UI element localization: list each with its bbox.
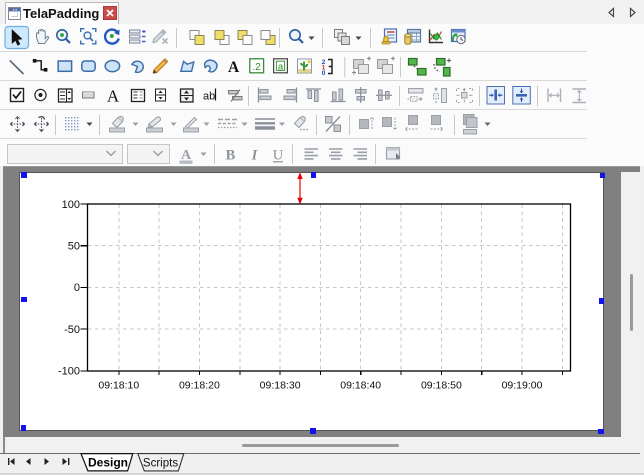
svg-text:a: a <box>278 62 284 73</box>
svg-text:0: 0 <box>74 282 80 294</box>
svg-text:-100: -100 <box>58 366 80 378</box>
svg-text:09:18:30: 09:18:30 <box>260 380 301 392</box>
svg-text:A: A <box>228 59 240 76</box>
svg-text:Design: Design <box>88 455 128 469</box>
svg-text:I: I <box>251 148 259 164</box>
svg-text:0: 0 <box>322 70 326 77</box>
svg-text:09:18:40: 09:18:40 <box>340 380 381 392</box>
svg-text:Scripts: Scripts <box>143 457 178 469</box>
svg-text:09:19:00: 09:19:00 <box>502 380 543 392</box>
svg-text:09:18:20: 09:18:20 <box>179 380 220 392</box>
svg-text:100: 100 <box>62 199 80 211</box>
svg-text:A: A <box>107 87 120 106</box>
svg-text:09:18:10: 09:18:10 <box>98 380 139 392</box>
svg-text:U: U <box>273 148 284 164</box>
svg-text:09:18:50: 09:18:50 <box>421 380 462 392</box>
svg-text:TelaPadding: TelaPadding <box>23 6 99 21</box>
svg-text:50: 50 <box>68 241 80 253</box>
svg-text:.2: .2 <box>253 62 262 73</box>
svg-text:-50: -50 <box>64 324 80 336</box>
svg-text:ab: ab <box>203 91 215 103</box>
svg-text:B: B <box>226 148 236 164</box>
